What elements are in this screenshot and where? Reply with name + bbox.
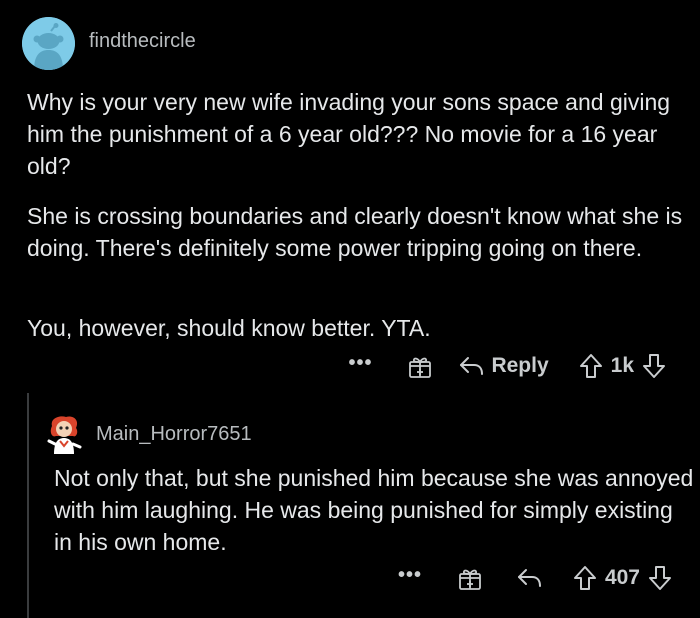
reply-comment-body: Not only that, but she punished him beca…: [54, 465, 694, 555]
reply-button[interactable]: Reply: [459, 354, 549, 378]
snoo-avatar-icon[interactable]: [22, 16, 75, 70]
parent-comment-header: findthecircle: [22, 15, 196, 71]
vote-count: 407: [604, 566, 640, 589]
parent-comment-paragraph-2: She is crossing boundaries and clearly d…: [27, 203, 683, 261]
downvote-arrow-icon[interactable]: [648, 565, 672, 591]
reply-comment-header: Main_Horror7651: [46, 412, 252, 456]
upvote-arrow-icon[interactable]: [579, 353, 603, 379]
reply-arrow-icon[interactable]: [517, 567, 543, 589]
custom-avatar-icon[interactable]: [46, 414, 84, 454]
gift-award-icon[interactable]: [457, 565, 483, 591]
parent-username[interactable]: findthecircle: [89, 30, 196, 53]
reply-action-bar: ••• 407: [393, 558, 672, 598]
reply-label: Reply: [491, 354, 549, 377]
downvote-arrow-icon[interactable]: [642, 353, 666, 379]
parent-action-bar: ••• Reply 1k: [343, 346, 666, 386]
upvote-arrow-icon[interactable]: [573, 565, 597, 591]
parent-comment-paragraph-1: Why is your very new wife invading your …: [27, 89, 671, 179]
more-options-button[interactable]: •••: [343, 353, 377, 374]
reply-username[interactable]: Main_Horror7651: [96, 423, 252, 446]
gift-award-icon[interactable]: [407, 353, 433, 379]
vote-count: 1k: [610, 354, 634, 377]
reply-arrow-icon: [459, 355, 485, 377]
more-options-button[interactable]: •••: [393, 565, 427, 586]
thread-line[interactable]: [27, 393, 29, 618]
parent-comment-paragraph-3: You, however, should know better. YTA.: [27, 315, 431, 341]
